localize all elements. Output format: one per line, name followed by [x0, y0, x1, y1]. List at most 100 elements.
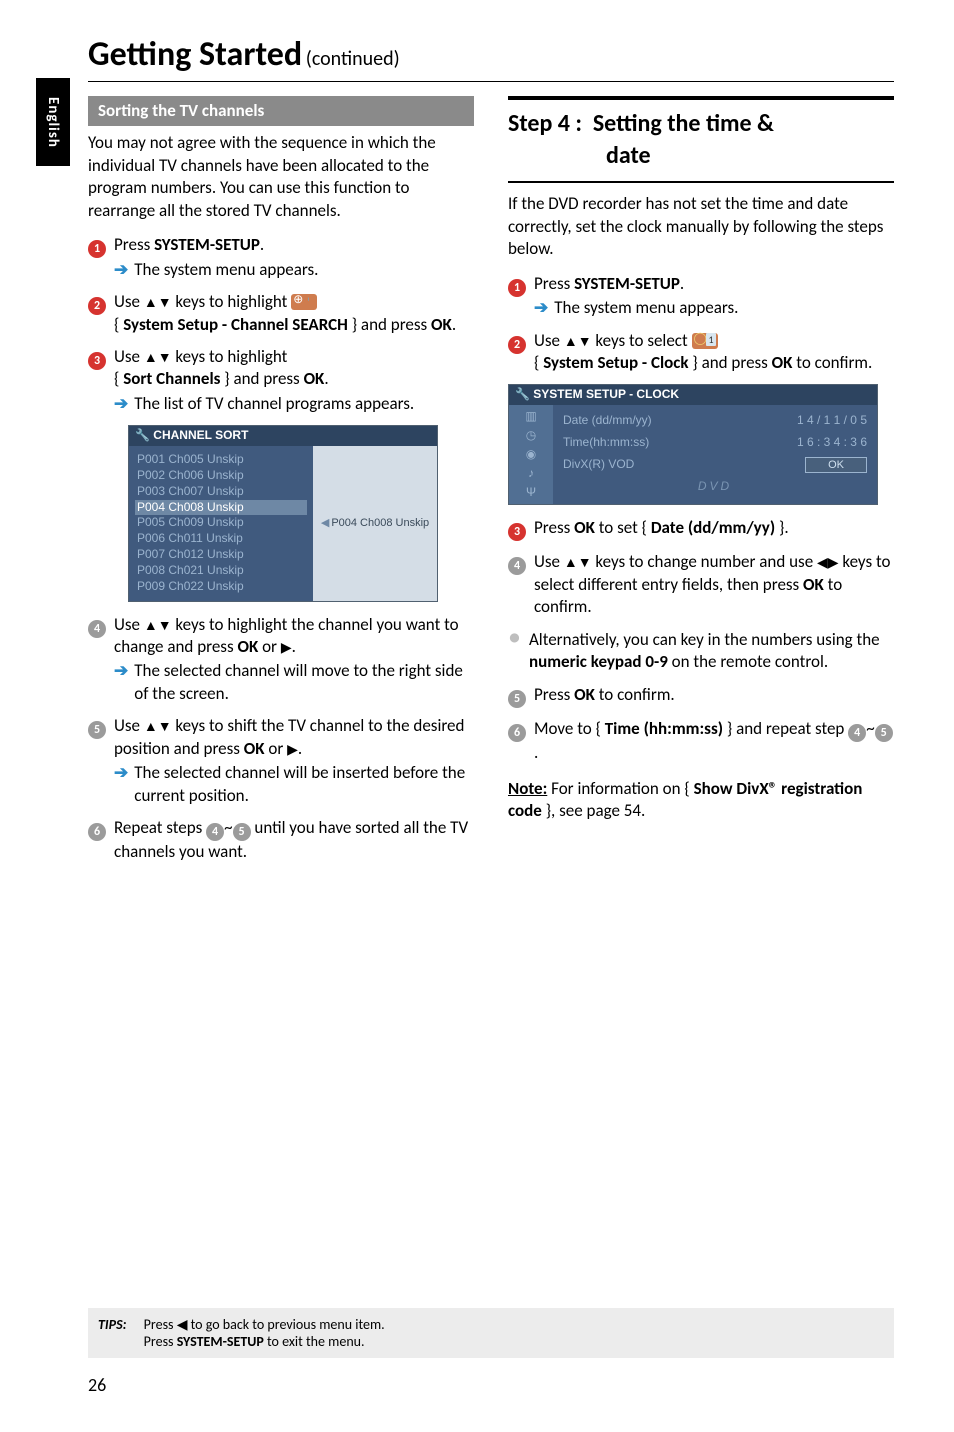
cursor-left-icon: ◀ — [321, 516, 329, 531]
text: Press — [534, 517, 574, 538]
text: For information on { — [547, 778, 693, 799]
footer: TIPS: Press ◀ to go back to previous men… — [88, 1308, 894, 1358]
osd-tab-tuner-icon: ▥ — [525, 409, 536, 425]
text: Use — [114, 614, 144, 635]
text: { — [114, 368, 123, 389]
result-text: The system menu appears. — [554, 297, 738, 319]
r-step-2: 2 Use ▲▼ keys to select { System Setup -… — [508, 330, 894, 375]
field-name: Date (dd/mm/yy) — [651, 517, 775, 538]
osd-row: P009 Ch022 Unskip — [135, 579, 307, 595]
text: { — [114, 314, 123, 335]
ok-label: OK — [237, 636, 258, 657]
text: } and press — [220, 368, 303, 389]
osd-row: P001 Ch005 Unskip — [135, 452, 307, 468]
step-number-1-icon: 1 — [88, 240, 106, 258]
text: keys to highlight — [172, 346, 288, 367]
osd-wrench-icon: 🔧 — [135, 428, 153, 442]
ref-step-5-icon: 5 — [233, 823, 251, 841]
text: to confirm. — [595, 684, 675, 705]
menu-path: System Setup - Channel SEARCH — [123, 314, 348, 335]
text: keys to highlight — [172, 291, 292, 312]
text: . — [452, 314, 456, 335]
note-label: Note: — [508, 778, 547, 799]
osd-title-text: CHANNEL SORT — [153, 428, 248, 442]
osd-dvd-logo: DVD — [563, 479, 867, 495]
note-block: Note: For information on { Show DivX® re… — [508, 778, 894, 823]
osd-channel-list: P001 Ch005 Unskip P002 Ch006 Unskip P003… — [129, 446, 313, 600]
ok-label: OK — [244, 738, 265, 759]
step-number-1-icon: 1 — [508, 279, 526, 297]
osd-wrench-icon: 🔧 — [515, 387, 533, 401]
text: Press — [534, 273, 574, 294]
text: Use — [114, 291, 144, 312]
text: or — [265, 738, 288, 759]
text: keys to change number and use — [592, 551, 817, 572]
step-2: 2 Use ▲▼ keys to highlight { System Setu… — [88, 291, 474, 336]
osd-icon-bar: ▥ ◷ ◉ ♪ Ψ — [509, 405, 553, 504]
text: } and press — [689, 352, 772, 373]
text: Use — [534, 330, 564, 351]
system-setup-label: SYSTEM-SETUP — [574, 273, 680, 294]
text: to exit the menu. — [264, 1333, 365, 1350]
system-setup-label: SYSTEM-SETUP — [177, 1333, 264, 1350]
osd-side-text: P004 Ch008 Unskip — [331, 516, 429, 531]
system-setup-label: SYSTEM-SETUP — [154, 234, 260, 255]
text: on the remote control. — [668, 651, 828, 672]
ref-step-4-icon: 4 — [848, 724, 866, 742]
osd-row: P008 Ch021 Unskip — [135, 563, 307, 579]
left-right-keys-icon: ◀▶ — [817, 556, 839, 570]
osd-title-text: SYSTEM SETUP - CLOCK — [533, 387, 679, 401]
text: Move to { — [534, 718, 605, 739]
right-column: Step 4 : Setting the time & date If the … — [508, 96, 894, 873]
step-number-5-icon: 5 — [88, 721, 106, 739]
text: ~ — [866, 718, 874, 739]
text: { — [534, 352, 543, 373]
r-step-5: 5 Press OK to confirm. — [508, 684, 894, 708]
clock-icon — [692, 333, 718, 349]
text: to go back to previous menu item. — [187, 1316, 384, 1333]
osd-row: P003 Ch007 Unskip — [135, 484, 307, 500]
ok-label: OK — [772, 352, 793, 373]
bullet-icon: • — [508, 629, 521, 674]
menu-item: Sort Channels — [123, 368, 220, 389]
language-tab: English — [36, 78, 70, 166]
field-value: 1 6 : 3 4 : 3 6 — [797, 435, 867, 451]
step4-title: Step 4 : Setting the time & — [508, 108, 894, 140]
step-4: 4 Use ▲▼ keys to highlight the channel y… — [88, 614, 474, 706]
text: } and repeat step — [723, 718, 848, 739]
step4-heading: Step 4 : Setting the time & date — [508, 96, 894, 183]
result-text: The selected channel will be inserted be… — [134, 762, 474, 807]
intro-text: If the DVD recorder has not set the time… — [508, 193, 894, 260]
text: . — [324, 368, 328, 389]
r-step-4: 4 Use ▲▼ keys to change number and use ◀… — [508, 551, 894, 618]
ok-label: OK — [431, 314, 452, 335]
up-down-keys-icon: ▲▼ — [564, 556, 592, 570]
text: Repeat steps — [114, 817, 206, 838]
field-label: Time(hh:mm:ss) — [563, 435, 649, 451]
step4-title-line2: date — [606, 140, 894, 172]
ref-step-5-icon: 5 — [875, 724, 893, 742]
text: }, see page 54. — [542, 800, 645, 821]
result-arrow-icon: ➔ — [114, 660, 128, 705]
up-down-keys-icon: ▲▼ — [144, 296, 172, 310]
text: . — [534, 742, 538, 763]
text: Alternatively, you can key in the number… — [529, 629, 880, 650]
keypad-label: numeric keypad 0-9 — [529, 651, 668, 672]
text: Press — [144, 1316, 177, 1333]
text: Use — [534, 551, 564, 572]
osd-system-setup-clock: 🔧 SYSTEM SETUP - CLOCK ▥ ◷ ◉ ♪ Ψ Date (d… — [508, 384, 878, 505]
left-key-icon: ◀ — [177, 1318, 188, 1332]
osd-row: P002 Ch006 Unskip — [135, 468, 307, 484]
step-1: 1 Press SYSTEM-SETUP. ➔The system menu a… — [88, 234, 474, 281]
intro-text: You may not agree with the sequence in w… — [88, 132, 474, 222]
field-label: Date (dd/mm/yy) — [563, 413, 652, 429]
field-name: Time (hh:mm:ss) — [605, 718, 723, 739]
step-5: 5 Use ▲▼ keys to shift the TV channel to… — [88, 715, 474, 807]
text: . — [298, 738, 302, 759]
ok-label: OK — [574, 684, 595, 705]
up-down-keys-icon: ▲▼ — [144, 619, 172, 633]
osd-row: P006 Ch011 Unskip — [135, 531, 307, 547]
page-number: 26 — [88, 1374, 106, 1396]
step-number-6-icon: 6 — [508, 724, 526, 742]
step-number-5-icon: 5 — [508, 690, 526, 708]
